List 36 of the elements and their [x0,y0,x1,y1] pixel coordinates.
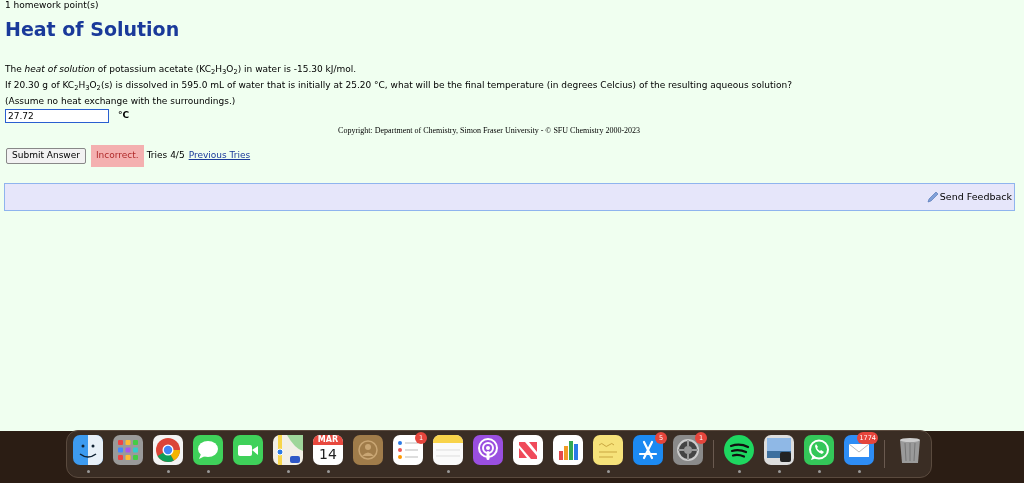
envelope-icon[interactable] [844,435,874,465]
app-store-icon[interactable] [633,435,663,465]
browser-icon[interactable] [153,435,183,465]
sticky-note-icon[interactable] [593,435,623,465]
calendar-day: 14 [319,445,337,464]
bar-chart-icon[interactable] [553,435,583,465]
result-message: Incorrect. [90,145,144,167]
phone-bubble-icon[interactable] [804,435,834,465]
photo-icon[interactable] [764,435,794,465]
app-grid-icon[interactable] [113,435,143,465]
page-title: Heat of Solution [5,17,180,41]
video-camera-icon[interactable] [233,435,263,465]
question-text: (Assume no heat exchange with the surroundings.) [5,95,236,108]
sound-waves-icon[interactable] [724,435,754,465]
question-text: If 20.30 g of KC$_{2}$H$_{3}$O$_{2}$(s) is dissolved in 595.0 mL of water that is initially at 25.20 °C, what will be the final temperature (in degrees Celcius) of the resulting aqueous solution? [5,79,792,93]
previous-tries-link[interactable]: Previous Tries [188,149,251,163]
homework-points: 1 homework point(s) [5,0,99,11]
tries-count: Tries 4/5 [146,149,185,163]
copyright-text: Copyright: Department of Chemistry, Simon Fraser University - © SFU Chemistry 2000-2023 [338,125,641,137]
pencil-icon [925,190,939,204]
calendar-icon[interactable]: MAR 14 [313,435,343,465]
unit-label: °C [118,109,130,123]
news-icon[interactable] [513,435,543,465]
send-feedback-button[interactable]: Send Feedback [925,189,1012,205]
question-text: The heat of solution of potassium acetate (KC$_{2}$H$_{3}$O$_{2}$) in water is -15.30 kJ/mol. [5,63,357,77]
podcast-icon[interactable] [473,435,503,465]
person-icon[interactable] [353,435,383,465]
calendar-month: MAR [313,435,343,445]
map-icon[interactable] [273,435,303,465]
submit-button[interactable]: Submit Answer [6,148,86,164]
gear-icon[interactable] [673,435,703,465]
answer-field[interactable]: 27.72 [5,109,109,123]
speech-bubble-icon[interactable] [193,435,223,465]
smiling-face-icon[interactable] [73,435,103,465]
notepad-icon[interactable] [433,435,463,465]
checklist-icon[interactable] [393,435,423,465]
